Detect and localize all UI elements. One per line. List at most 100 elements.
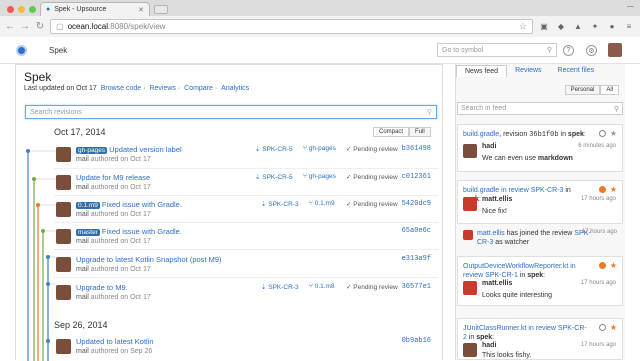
author-avatar (56, 175, 71, 190)
unread-icon[interactable] (598, 262, 606, 269)
tab-title: Spek - Upsource (54, 6, 107, 13)
search-revisions-input[interactable]: Search revisions ⚲ (25, 105, 437, 119)
back-icon[interactable]: ← (5, 21, 15, 32)
feed-item[interactable]: JUnitClassRunner.kt in review SPK-CR-2 i… (457, 318, 623, 360)
new-tab-button[interactable] (154, 5, 168, 14)
extension-icon[interactable]: ▲ (572, 21, 584, 33)
menu-icon[interactable]: ≡ (623, 21, 635, 33)
revision-row[interactable]: Upgrade to M9. mail authored on Oct 17 ⇣… (56, 283, 436, 307)
extension-icon[interactable]: ▣ (538, 21, 550, 33)
compare-link[interactable]: Compare (184, 85, 213, 92)
extension-icon[interactable]: ◆ (555, 21, 567, 33)
branch-link[interactable]: ⑂ gh-pages (303, 145, 336, 152)
revision-row[interactable]: gh-pages Updated version label mail autho… (56, 145, 436, 169)
star-icon[interactable]: ★ (610, 262, 617, 270)
commit-hash[interactable]: 0b9ab16 (402, 337, 431, 345)
favicon-icon: ● (46, 6, 51, 13)
feed-search-input[interactable]: Search in feed ⚲ (457, 102, 623, 115)
event-action: has joined the review (504, 230, 575, 237)
branch-link[interactable]: ⑂ 0.1.m9 (309, 200, 335, 207)
commit-hash[interactable]: 65a0e6c (402, 227, 431, 235)
branch-tag[interactable]: 0.1.m9 (76, 202, 100, 209)
extension-icon[interactable]: ✦ (589, 21, 601, 33)
avatar[interactable] (608, 43, 622, 57)
side-tabs: News feed Reviews Recent files (456, 65, 602, 77)
review-link[interactable]: ⇣ SPK-CR-3 (261, 200, 299, 208)
revision-hash[interactable]: 36b1f0b (529, 131, 558, 139)
branch-tag[interactable]: master (76, 229, 100, 236)
tab-news-feed[interactable]: News feed (456, 65, 508, 77)
star-icon[interactable]: ★ (610, 186, 617, 194)
personal-button[interactable]: Personal (564, 85, 601, 95)
browse-code-link[interactable]: Browse code (101, 85, 141, 92)
minimize-window-button[interactable] (18, 6, 25, 13)
author-avatar (463, 343, 477, 357)
compact-button[interactable]: Compact (373, 127, 410, 137)
reload-icon[interactable]: ↻ (35, 21, 45, 32)
commit-message[interactable]: Update for M9 release (76, 173, 150, 182)
url-path: :8080/spek/view (108, 22, 166, 31)
branch-name: 0.1.m9 (314, 200, 335, 207)
commit-hash[interactable]: c012361 (402, 173, 431, 181)
help-icon[interactable]: ? (563, 45, 574, 56)
reviews-link[interactable]: Reviews (149, 85, 175, 92)
commit-message[interactable]: Upgrade to M9. (76, 283, 128, 292)
commit-hash[interactable]: b361498 (402, 145, 431, 153)
upsource-logo[interactable] (16, 44, 27, 56)
branch-link[interactable]: ⑂ 0.1.m8 (309, 283, 335, 290)
review-link[interactable]: ⇣ SPK-CR-3 (261, 283, 299, 291)
revision-row[interactable]: Upgrade to latest Kotlin Snapshot (post … (56, 255, 436, 279)
settings-icon[interactable]: ⚙ (586, 45, 597, 56)
project-name[interactable]: Spek (49, 46, 67, 55)
tab-recent-files[interactable]: Recent files (550, 65, 603, 77)
goto-placeholder: Go to symbol (442, 46, 484, 54)
review-status: ✓ Pending review (346, 174, 398, 181)
unread-icon[interactable] (598, 324, 606, 331)
unread-icon[interactable] (598, 186, 606, 193)
file-link[interactable]: build.gradle (463, 131, 499, 138)
file-link[interactable]: build.gradle in review SPK-CR-3 (463, 187, 563, 194)
feed-item[interactable]: build.gradle, revision 36b1f0b in spek: … (457, 124, 623, 172)
bookmark-star-icon[interactable]: ☆ (519, 21, 527, 32)
revision-row[interactable]: Update for M9 release mail authored on O… (56, 173, 436, 197)
unread-icon[interactable] (598, 130, 606, 137)
close-tab-icon[interactable]: ✕ (138, 6, 144, 14)
goto-symbol-input[interactable]: Go to symbol ⚲ (437, 43, 557, 57)
close-window-button[interactable] (7, 6, 14, 13)
maximize-window-button[interactable] (29, 6, 36, 13)
author-name: mail (76, 266, 89, 273)
full-button[interactable]: Full (409, 127, 431, 137)
review-id: SPK-CR-3 (268, 284, 299, 291)
analytics-link[interactable]: Analytics (221, 85, 249, 92)
review-link[interactable]: ⇣ SPK-CR-5 (255, 145, 293, 153)
forward-icon[interactable]: → (20, 21, 30, 32)
commit-hash[interactable]: 5420dc9 (402, 200, 431, 208)
commit-message[interactable]: Updated version label (109, 145, 182, 154)
commit-hash[interactable]: 36577e1 (402, 283, 431, 291)
all-button[interactable]: All (600, 85, 619, 95)
star-icon[interactable]: ★ (610, 130, 617, 138)
feed-controls: ★ (598, 262, 617, 270)
tab-reviews[interactable]: Reviews (507, 65, 549, 77)
branch-link[interactable]: ⑂ gh-pages (303, 173, 336, 180)
revision-row[interactable]: Updated to latest Kotlin mail authored o… (56, 337, 436, 361)
star-icon[interactable]: ★ (610, 324, 617, 332)
commit-message[interactable]: Updated to latest Kotlin (76, 337, 154, 346)
extension-icon[interactable]: ● (606, 21, 618, 33)
author-avatar (56, 257, 71, 272)
actor-link[interactable]: matt.ellis (477, 230, 505, 237)
browser-tab[interactable]: ● Spek - Upsource ✕ (40, 2, 150, 16)
address-bar[interactable]: ▢ ocean.local:8080/spek/view ☆ (50, 19, 533, 34)
commit-hash[interactable]: e313a9f (402, 255, 431, 263)
branch-tag[interactable]: gh-pages (76, 147, 108, 154)
commit-message[interactable]: Fixed issue with Gradle. (102, 200, 182, 209)
review-link[interactable]: ⇣ SPK-CR-5 (255, 173, 293, 181)
search-icon: ⚲ (613, 105, 619, 113)
feed-item[interactable]: build.gradle in review SPK-CR-3 in spek:… (457, 180, 623, 224)
feed-item[interactable]: OutputDeviceWorkflowReporter.kt in revie… (457, 256, 623, 306)
revision-row[interactable]: master Fixed issue with Gradle. mail auth… (56, 227, 436, 251)
commit-message[interactable]: Fixed issue with Gradle. (102, 227, 182, 236)
timestamp: 17 hours ago (581, 229, 617, 235)
revision-row[interactable]: 0.1.m9 Fixed issue with Gradle. mail auth… (56, 200, 436, 224)
commit-message[interactable]: Upgrade to latest Kotlin Snapshot (post … (76, 255, 222, 264)
